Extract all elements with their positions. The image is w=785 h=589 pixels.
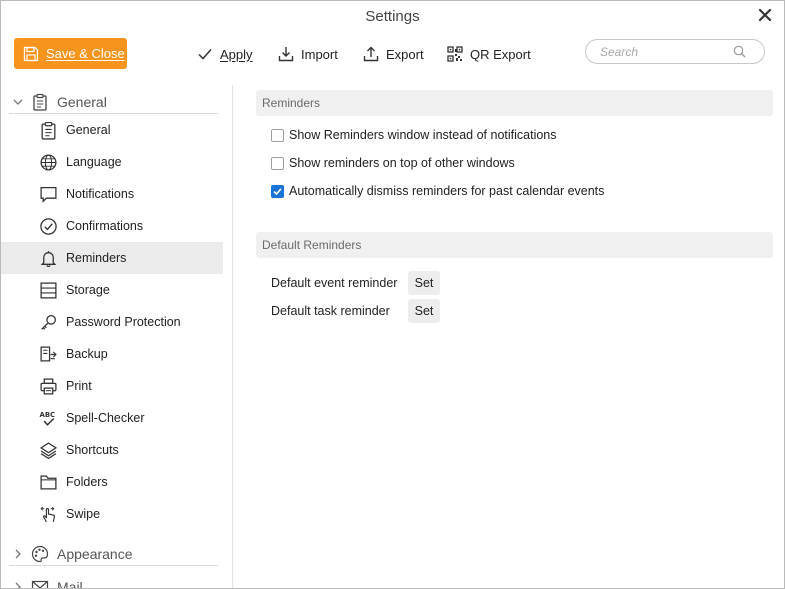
- option-label: Show Reminders window instead of notific…: [289, 128, 557, 142]
- sidebar-item-label: Reminders: [66, 251, 127, 265]
- sidebar-item-storage[interactable]: Storage: [1, 274, 223, 306]
- section-title: Reminders: [262, 96, 321, 110]
- sidebar-item-spell-checker[interactable]: ABC Spell-Checker: [1, 402, 223, 434]
- bell-icon: [40, 251, 57, 268]
- backup-icon: [40, 346, 57, 362]
- save-close-button[interactable]: Save & Close: [14, 38, 127, 69]
- sidebar-item-general[interactable]: General: [1, 114, 223, 146]
- sidebar-divider: [232, 85, 233, 588]
- sidebar-item-label: Language: [66, 155, 122, 169]
- option-auto-dismiss-past-events[interactable]: Automatically dismiss reminders for past…: [271, 182, 604, 200]
- search-icon[interactable]: [733, 45, 746, 58]
- section-title: Default Reminders: [262, 238, 362, 252]
- storage-icon: [40, 282, 57, 299]
- clipboard-icon: [41, 122, 56, 140]
- sidebar-item-confirmations[interactable]: Confirmations: [1, 210, 223, 242]
- checkbox[interactable]: [271, 156, 284, 170]
- sidebar-item-label: Backup: [66, 347, 108, 361]
- checkmark-icon: [198, 49, 212, 60]
- option-label: Automatically dismiss reminders for past…: [289, 184, 605, 198]
- key-icon: [41, 315, 56, 330]
- default-reminders-section-header: Default Reminders: [256, 232, 773, 258]
- sidebar-group-mail[interactable]: Mail: [1, 574, 231, 589]
- speech-bubble-icon: [40, 187, 57, 203]
- settings-window: Settings Save & Close Apply Import Expor…: [0, 0, 785, 589]
- export-button[interactable]: Export: [363, 45, 424, 63]
- sidebar-item-label: General: [66, 123, 111, 137]
- sidebar-item-folders[interactable]: Folders: [1, 466, 223, 498]
- default-event-reminder-label: Default event reminder: [271, 276, 398, 290]
- reminders-section-header: Reminders: [256, 90, 773, 116]
- set-event-reminder-button[interactable]: Set: [408, 271, 440, 295]
- window-title: Settings: [365, 8, 420, 25]
- checkbox-checked[interactable]: [271, 184, 284, 198]
- export-icon: [363, 46, 379, 62]
- option-show-reminders-window[interactable]: Show Reminders window instead of notific…: [271, 126, 557, 144]
- apply-label: Apply: [220, 46, 253, 62]
- sidebar-group-label: Appearance: [57, 546, 133, 562]
- qr-export-button[interactable]: QR Export: [447, 45, 531, 63]
- sidebar-item-notifications[interactable]: Notifications: [1, 178, 223, 210]
- checkbox[interactable]: [271, 128, 284, 142]
- toolbar: Save & Close Apply Import Export QR Expo…: [1, 37, 784, 73]
- sidebar-item-language[interactable]: Language: [1, 146, 223, 178]
- sidebar-item-backup[interactable]: Backup: [1, 338, 223, 370]
- folder-icon: [40, 475, 57, 490]
- chevron-right-icon[interactable]: [12, 548, 24, 560]
- save-icon: [23, 46, 39, 61]
- close-icon[interactable]: [758, 8, 772, 22]
- apply-button[interactable]: Apply: [197, 45, 253, 63]
- sidebar-item-label: Notifications: [66, 187, 135, 201]
- svg-text:ABC: ABC: [40, 411, 56, 419]
- sidebar: General General Language Notifications C…: [1, 85, 231, 589]
- checkmark-icon: [273, 187, 282, 195]
- check-circle-icon: [40, 218, 57, 235]
- sidebar-group-label: Mail: [57, 579, 83, 589]
- search-input[interactable]: [600, 43, 730, 60]
- import-icon: [278, 47, 294, 62]
- set-task-reminder-button[interactable]: Set: [408, 299, 440, 323]
- save-close-label: Save & Close: [46, 46, 125, 61]
- sidebar-item-label: Shortcuts: [66, 443, 119, 457]
- sidebar-group-label: General: [57, 94, 107, 110]
- option-label: Show reminders on top of other windows: [289, 156, 515, 170]
- search-box: [585, 39, 765, 64]
- sidebar-item-label: Spell-Checker: [66, 411, 145, 425]
- palette-icon: [31, 545, 49, 563]
- sidebar-item-label: Swipe: [66, 507, 101, 521]
- qr-code-icon: [447, 46, 463, 62]
- export-label: Export: [386, 46, 424, 62]
- sidebar-item-label: Confirmations: [66, 219, 144, 233]
- sidebar-item-reminders[interactable]: Reminders: [1, 242, 223, 274]
- printer-icon: [40, 378, 57, 395]
- envelope-icon: [31, 580, 49, 588]
- sidebar-item-print[interactable]: Print: [1, 370, 223, 402]
- clipboard-icon: [33, 93, 47, 111]
- option-reminders-on-top[interactable]: Show reminders on top of other windows: [271, 154, 515, 172]
- sidebar-item-label: Folders: [66, 475, 108, 489]
- swipe-hand-icon: [40, 506, 56, 523]
- globe-icon: [40, 154, 57, 171]
- sidebar-group-general[interactable]: General: [1, 89, 231, 115]
- sidebar-group-appearance[interactable]: Appearance: [1, 541, 231, 567]
- spell-check-icon: ABC: [40, 411, 56, 426]
- default-task-reminder-label: Default task reminder: [271, 304, 390, 318]
- sidebar-item-swipe[interactable]: Swipe: [1, 498, 223, 530]
- layers-icon: [39, 442, 58, 460]
- sidebar-item-password-protection[interactable]: Password Protection: [1, 306, 223, 338]
- import-label: Import: [301, 46, 338, 62]
- sidebar-item-label: Password Protection: [66, 315, 181, 329]
- sidebar-item-shortcuts[interactable]: Shortcuts: [1, 434, 223, 466]
- chevron-right-icon[interactable]: [12, 581, 24, 589]
- import-button[interactable]: Import: [278, 45, 338, 63]
- chevron-down-icon[interactable]: [12, 96, 24, 108]
- sidebar-item-label: Print: [66, 379, 92, 393]
- sidebar-item-label: Storage: [66, 283, 110, 297]
- group-divider: [9, 565, 218, 566]
- qr-export-label: QR Export: [470, 46, 531, 62]
